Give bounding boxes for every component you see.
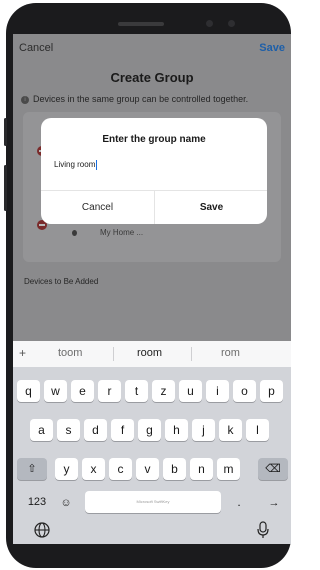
group-name-value: Living room — [54, 160, 96, 170]
letter-key[interactable]: p — [260, 380, 283, 402]
earpiece-speaker — [118, 22, 164, 26]
letter-key[interactable]: k — [219, 419, 242, 441]
emoji-key[interactable]: ☺ — [55, 491, 77, 513]
screenshot: Cancel Save Create Group i Devices in the… — [0, 0, 291, 570]
letter-key[interactable]: d — [84, 419, 107, 441]
backspace-key[interactable]: ⌫ — [258, 458, 288, 480]
shift-key[interactable]: ⇧ — [17, 458, 47, 480]
phone-screen: Cancel Save Create Group i Devices in the… — [13, 34, 291, 544]
group-name-dialog: Enter the group name Living room Cancel … — [41, 118, 267, 224]
side-button-upper — [4, 118, 7, 146]
letter-key[interactable]: u — [179, 380, 202, 402]
letter-key[interactable]: v — [136, 458, 159, 480]
enter-key[interactable]: → — [261, 491, 287, 513]
letter-key[interactable]: i — [206, 380, 229, 402]
letter-key[interactable]: m — [217, 458, 240, 480]
suggestion-right[interactable]: rom — [221, 347, 240, 359]
cancel-button[interactable]: Cancel — [19, 42, 53, 54]
letter-key[interactable]: e — [71, 380, 94, 402]
letter-key[interactable]: j — [192, 419, 215, 441]
dialog-save-button[interactable]: Save — [155, 191, 267, 224]
devices-to-add-heading: Devices to Be Added — [24, 277, 99, 286]
letter-key[interactable]: x — [82, 458, 105, 480]
page-title: Create Group — [110, 70, 194, 85]
sensor — [228, 20, 235, 27]
group-hint: i Devices in the same group can be contro… — [21, 94, 248, 104]
bulb-icon — [72, 230, 77, 236]
device-location: My Home ... — [100, 228, 144, 237]
letter-key[interactable]: g — [138, 419, 161, 441]
letter-key[interactable]: c — [109, 458, 132, 480]
group-name-input[interactable]: Living room — [54, 160, 98, 170]
enter-arrow-icon: → — [268, 497, 280, 509]
front-camera — [206, 20, 213, 27]
dialog-title: Enter the group name — [102, 134, 206, 145]
letter-key[interactable]: f — [111, 419, 134, 441]
letter-key[interactable]: y — [55, 458, 78, 480]
dialog-cancel-button[interactable]: Cancel — [41, 191, 154, 224]
keyboard: + toom room rom qwertzuiop asdfghjkl yxcvb… — [13, 341, 291, 544]
letter-key[interactable]: b — [163, 458, 186, 480]
save-button[interactable]: Save — [259, 42, 285, 54]
info-icon: i — [21, 95, 29, 104]
numbers-key[interactable]: 123 — [17, 491, 57, 513]
microphone-icon[interactable] — [255, 520, 271, 540]
backspace-icon: ⌫ — [265, 463, 281, 475]
punctuation-key[interactable]: . — [227, 491, 251, 513]
letter-key[interactable]: l — [246, 419, 269, 441]
shift-icon: ⇧ — [27, 463, 37, 475]
keyboard-bottom-bar — [13, 519, 291, 544]
suggestion-center[interactable]: room — [137, 347, 162, 359]
emoji-icon: ☺ — [60, 497, 72, 509]
side-button-lower — [4, 165, 7, 211]
suggestion-left[interactable]: toom — [58, 347, 82, 359]
letter-key[interactable]: q — [17, 380, 40, 402]
suggestion-bar: + toom room rom — [13, 341, 291, 367]
letter-key[interactable]: t — [125, 380, 148, 402]
globe-icon[interactable] — [33, 521, 51, 539]
suggestion-divider — [113, 347, 114, 361]
space-bar[interactable]: Microsoft SwiftKey — [85, 491, 221, 513]
letter-key[interactable]: w — [44, 380, 67, 402]
letter-key[interactable]: s — [57, 419, 80, 441]
letter-key[interactable]: a — [30, 419, 53, 441]
letter-key[interactable]: r — [98, 380, 121, 402]
letter-key[interactable]: o — [233, 380, 256, 402]
hint-text: Devices in the same group can be control… — [33, 94, 249, 104]
letter-key[interactable]: z — [152, 380, 175, 402]
letter-key[interactable]: h — [165, 419, 188, 441]
text-caret — [96, 160, 98, 170]
toolbar-plus-button[interactable]: + — [19, 346, 26, 360]
letter-key[interactable]: n — [190, 458, 213, 480]
suggestion-divider — [191, 347, 192, 361]
